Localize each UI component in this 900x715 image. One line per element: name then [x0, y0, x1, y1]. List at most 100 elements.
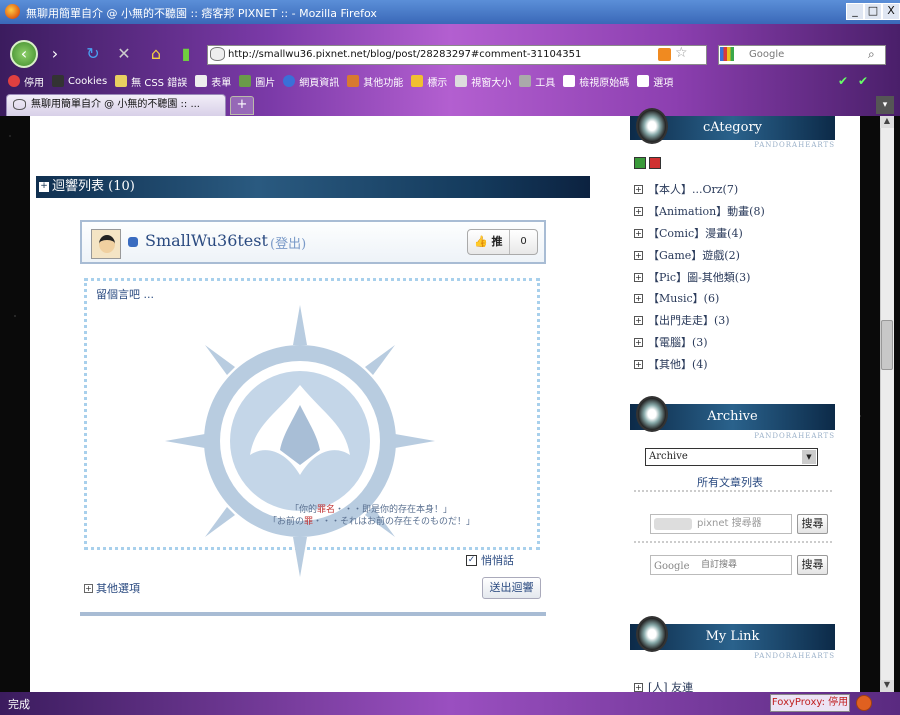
- maximize-button[interactable]: □: [864, 3, 882, 20]
- logout-link[interactable]: (登出): [270, 233, 306, 252]
- category-item[interactable]: + 【Music】(6): [634, 290, 719, 306]
- info-icon: [283, 75, 296, 87]
- toolbar-item-css[interactable]: 無 CSS 錯誤: [115, 74, 187, 89]
- bookmark-star-icon[interactable]: ☆: [675, 45, 688, 61]
- tab-current[interactable]: 無聊用簡單自介 @ 小無的不聽園 :: ...: [6, 94, 226, 116]
- toolbar-item-resize[interactable]: 視窗大小: [455, 74, 511, 89]
- cookies-icon: [52, 75, 64, 87]
- outline-pencil-icon: [411, 75, 424, 87]
- category-item[interactable]: + 【其他】(4): [634, 356, 708, 372]
- pixnet-logo: [654, 518, 692, 530]
- search-magnifier-icon[interactable]: ⌕: [868, 47, 875, 62]
- category-item[interactable]: + 【Game】遊戲(2): [634, 247, 740, 263]
- images-icon: [239, 75, 252, 87]
- toolbar-item-forms[interactable]: 表單: [195, 74, 231, 89]
- google-search-button[interactable]: 搜尋: [797, 555, 828, 575]
- category-item[interactable]: + 【Pic】圖-其他類(3): [634, 269, 750, 285]
- pixnet-search-button[interactable]: 搜尋: [797, 514, 828, 534]
- tools-icon: [519, 75, 532, 87]
- site-identity-icon[interactable]: [210, 47, 225, 61]
- submit-comment-button[interactable]: 送出迴響: [482, 577, 541, 599]
- expand-icon[interactable]: +: [39, 182, 49, 192]
- toolbar-item-tools[interactable]: 工具: [519, 74, 555, 89]
- emblem-icon: [636, 396, 668, 432]
- speech-bubble-icon: [128, 237, 138, 247]
- scroll-down-icon[interactable]: ▼: [880, 680, 894, 692]
- minimize-button[interactable]: _: [846, 3, 864, 20]
- toolbar-item-view-source[interactable]: 檢視原始碼: [563, 74, 629, 89]
- toolbar-item-outline[interactable]: 標示: [411, 74, 447, 89]
- category-item[interactable]: + 【電腦】(3): [634, 334, 708, 350]
- signal-bars-icon[interactable]: ▮: [176, 44, 196, 64]
- quote-japanese: 「お前の罪・・・それはお前の存在そのものだ！」: [268, 517, 476, 527]
- emblem-icon: [636, 108, 668, 144]
- vertical-scrollbar[interactable]: [880, 116, 894, 692]
- category-item[interactable]: + 【Comic】漫畫(4): [634, 225, 743, 241]
- status-bar: 完成: [0, 692, 900, 715]
- validation-check-icon: ✔: [838, 74, 849, 88]
- forward-button[interactable]: ›: [45, 44, 65, 64]
- google-logo: Google: [654, 561, 690, 572]
- google-search-engine-icon[interactable]: [720, 47, 734, 61]
- other-options-toggle[interactable]: + 其他選項: [84, 580, 140, 596]
- toolbar-item-images[interactable]: 圖片: [239, 74, 275, 89]
- status-text: 完成: [8, 698, 30, 711]
- push-button[interactable]: 👍 推 0: [467, 229, 538, 255]
- collapse-all-icon[interactable]: [649, 157, 661, 169]
- expand-all-icon[interactable]: [634, 157, 646, 169]
- category-item[interactable]: + 【本人】...Orz(7): [634, 181, 738, 197]
- pixnet-search-input[interactable]: pixnet 搜尋器: [650, 514, 792, 534]
- google-custom-search-input[interactable]: Google 自訂搜尋: [650, 555, 792, 575]
- push-count: 0: [520, 236, 527, 247]
- category-controls: [634, 157, 664, 169]
- search-input[interactable]: Google: [718, 45, 886, 65]
- mylink-header: My Link: [630, 616, 835, 652]
- toolbar-item-disable[interactable]: 停用: [8, 74, 44, 89]
- tab-favicon-icon: [13, 99, 26, 110]
- validation-check-icon: ✔: [858, 74, 869, 88]
- url-bar[interactable]: http://smallwu36.pixnet.net/blog/post/28…: [207, 45, 707, 65]
- comment-placeholder: 留個言吧 ...: [96, 288, 154, 301]
- toolbar-item-options[interactable]: 選項: [637, 74, 673, 89]
- web-developer-toolbar: 停用 Cookies 無 CSS 錯誤 表單 圖片 網頁資訊 其他功能 標示 視…: [0, 70, 840, 92]
- category-item[interactable]: + 【Animation】動畫(8): [634, 203, 765, 219]
- foxyproxy-status[interactable]: FoxyProxy: 停用: [770, 694, 850, 712]
- back-button[interactable]: ‹: [10, 40, 38, 68]
- toolbar-item-cookies[interactable]: Cookies: [52, 75, 107, 87]
- resize-icon: [455, 75, 468, 87]
- scroll-up-icon[interactable]: ▲: [880, 116, 894, 128]
- expand-icon: +: [84, 583, 93, 593]
- tab-label: 無聊用簡單自介 @ 小無的不聽園 :: ...: [31, 99, 200, 110]
- category-item[interactable]: + 【出門走走】(3): [634, 312, 730, 328]
- username-link[interactable]: SmallWu36test: [145, 231, 268, 250]
- chevron-down-icon: ▼: [802, 450, 816, 464]
- forms-icon: [195, 75, 208, 87]
- stop-icon[interactable]: ✕: [114, 44, 134, 64]
- divider: [80, 612, 546, 616]
- archive-select[interactable]: Archive ▼: [645, 448, 818, 466]
- misc-icon: [347, 75, 360, 87]
- divider: [634, 541, 832, 543]
- thumbs-up-icon: 👍 推: [468, 230, 510, 254]
- new-tab-button[interactable]: +: [230, 96, 254, 115]
- firefox-icon: [5, 4, 20, 19]
- all-posts-link[interactable]: 所有文章列表: [697, 474, 763, 490]
- tab-list-button[interactable]: ▾: [876, 96, 894, 114]
- avatar[interactable]: [91, 229, 121, 259]
- pandorahearts-subtitle: PANDORAHEARTS: [754, 432, 835, 440]
- pandora-hearts-emblem-watermark: [165, 305, 435, 577]
- no-script-icon[interactable]: [856, 695, 872, 711]
- toolbar-item-misc[interactable]: 其他功能: [347, 74, 403, 89]
- scrollbar-thumb[interactable]: [881, 320, 893, 370]
- divider: [634, 490, 832, 492]
- secret-comment-checkbox[interactable]: ✓ 悄悄話: [466, 552, 514, 568]
- checkbox-checked-icon[interactable]: ✓: [466, 554, 477, 566]
- toolbar-item-page-info[interactable]: 網頁資訊: [283, 74, 339, 89]
- pandorahearts-subtitle: PANDORAHEARTS: [754, 652, 835, 660]
- rss-feed-icon[interactable]: [658, 48, 671, 61]
- disable-icon: [8, 75, 20, 87]
- reload-icon[interactable]: ↻: [83, 44, 103, 64]
- home-icon[interactable]: ⌂: [146, 44, 166, 64]
- window-titlebar: 無聊用簡單自介 @ 小無的不聽園 :: 痞客邦 PIXNET :: - Mozi…: [0, 0, 900, 24]
- close-button[interactable]: X: [882, 3, 900, 20]
